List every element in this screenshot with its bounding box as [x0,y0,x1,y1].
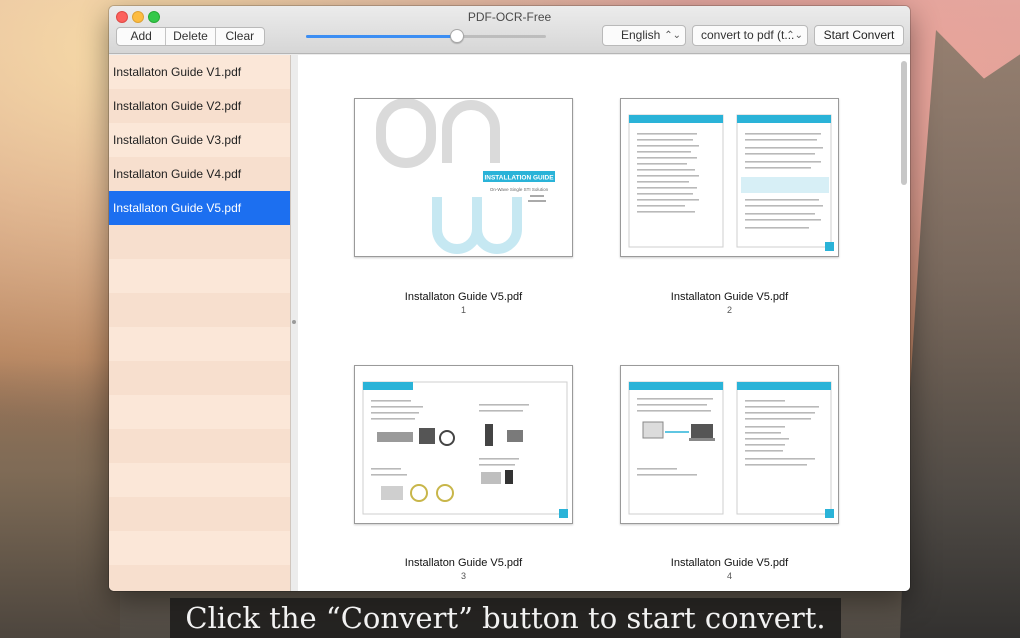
cover-title: INSTALLATION GUIDE [484,175,554,182]
page-thumbnail-2[interactable] [620,98,839,257]
output-format-select-value: convert to pdf (t... [701,28,794,42]
desktop-wallpaper-hills [0,360,120,638]
zoom-slider-knob[interactable] [450,29,464,43]
language-select[interactable]: English ⌃⌄ [602,25,686,46]
chevron-updown-icon: ⌃⌄ [786,26,803,45]
vertical-scrollbar[interactable] [901,61,907,185]
file-name: Installaton Guide V4.pdf [113,167,241,181]
page-number: 3 [354,571,573,581]
page-thumbnail-3[interactable] [354,365,573,524]
title-bar: PDF-OCR-Free Add Delete Clear English ⌃⌄… [109,6,910,54]
toc-page-art [621,99,839,257]
file-list-item[interactable]: Installaton Guide V1.pdf [109,55,290,89]
instruction-caption: Click the “Convert” button to start conv… [170,598,841,638]
file-list-item[interactable]: Installaton Guide V3.pdf [109,123,290,157]
file-name: Installaton Guide V2.pdf [113,99,241,113]
cover-subtitle: On-Wave Single STI Solution [490,187,549,192]
file-name: Installaton Guide V1.pdf [113,65,241,79]
app-window: PDF-OCR-Free Add Delete Clear English ⌃⌄… [109,6,910,591]
output-format-select[interactable]: convert to pdf (t... ⌃⌄ [692,25,808,46]
page-file-name: Installaton Guide V5.pdf [620,557,839,569]
file-list: Installaton Guide V1.pdf Installaton Gui… [109,55,291,591]
page-file-name: Installaton Guide V5.pdf [620,291,839,303]
file-list-item[interactable]: Installaton Guide V2.pdf [109,89,290,123]
zoom-slider-fill [306,35,457,38]
language-select-value: English [621,28,660,42]
cover-page-art: INSTALLATION GUIDE On-Wave Single STI So… [355,99,573,257]
software-page-art [621,366,839,524]
page-file-name: Installaton Guide V5.pdf [354,291,573,303]
chevron-updown-icon: ⌃⌄ [664,26,681,45]
add-button[interactable]: Add [117,28,166,45]
page-thumbnail-grid: INSTALLATION GUIDE On-Wave Single STI So… [298,55,910,591]
window-title: PDF-OCR-Free [109,10,910,24]
start-convert-button[interactable]: Start Convert [814,25,904,46]
box-contents-page-art [355,366,573,524]
desktop-wallpaper-rock [900,30,1020,638]
split-view-handle[interactable] [292,320,296,324]
file-name: Installaton Guide V3.pdf [113,133,241,147]
delete-button[interactable]: Delete [166,28,215,45]
file-name: Installaton Guide V5.pdf [113,201,241,215]
clear-button[interactable]: Clear [216,28,264,45]
file-list-item-selected[interactable]: Installaton Guide V5.pdf [109,191,290,225]
page-thumbnail-1[interactable]: INSTALLATION GUIDE On-Wave Single STI So… [354,98,573,257]
page-thumbnail-4[interactable] [620,365,839,524]
page-number: 2 [620,305,839,315]
zoom-slider[interactable] [306,35,546,38]
page-file-name: Installaton Guide V5.pdf [354,557,573,569]
file-actions-segmented-control: Add Delete Clear [116,27,265,46]
file-list-item[interactable]: Installaton Guide V4.pdf [109,157,290,191]
page-number: 1 [354,305,573,315]
page-number: 4 [620,571,839,581]
